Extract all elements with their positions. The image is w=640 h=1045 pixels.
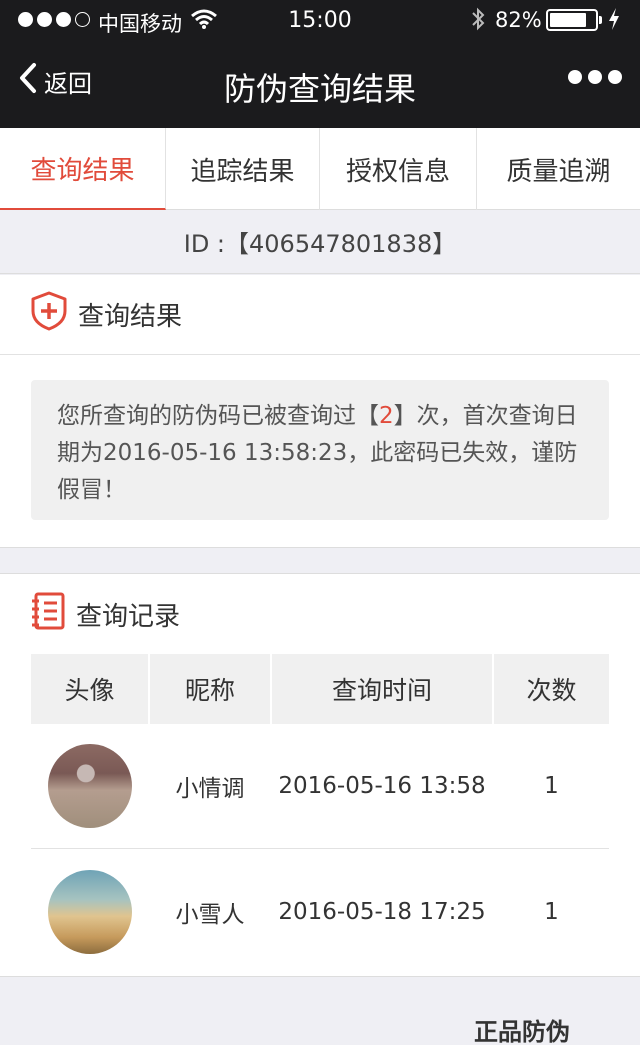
query-count: 2 — [379, 403, 394, 429]
tab-tracking-result[interactable]: 追踪结果 — [166, 128, 320, 210]
battery-icon — [546, 9, 602, 31]
code-id-bar: ID :【406547801838】 — [0, 210, 640, 274]
tab-quality-trace[interactable]: 质量追溯 — [477, 128, 640, 210]
more-dot-icon — [568, 70, 582, 84]
genuine-anti-counterfeit-label: 正品防伪 — [474, 1018, 570, 1045]
column-header-nickname: 昵称 — [150, 654, 270, 724]
query-result-section: 查询结果 您所查询的防伪码已被查询过【2】次，首次查询日期为2016-05-16… — [0, 275, 640, 548]
query-time-cell: 2016-05-18 17:25 — [278, 898, 486, 925]
column-header-count: 次数 — [494, 654, 609, 724]
nickname-cell: 小雪人 — [175, 901, 245, 928]
nav-bar: 返回 防伪查询结果 — [0, 40, 640, 128]
table-header: 头像 昵称 查询时间 次数 — [31, 654, 609, 724]
bluetooth-icon — [470, 6, 486, 37]
count-cell: 1 — [544, 898, 559, 925]
notebook-list-icon — [30, 592, 66, 637]
avatar — [47, 869, 132, 954]
query-notice-box: 您所查询的防伪码已被查询过【2】次，首次查询日期为2016-05-16 13:5… — [31, 380, 609, 520]
more-dot-icon — [588, 70, 602, 84]
page-title: 防伪查询结果 — [223, 70, 416, 108]
nickname-cell: 小情调 — [175, 776, 245, 802]
query-result-header: 查询结果 — [0, 275, 640, 355]
table-row: 小情调 2016-05-16 13:58 1 — [31, 724, 609, 849]
table-row: 小雪人 2016-05-18 17:25 1 — [31, 849, 609, 974]
shield-plus-icon — [30, 291, 68, 338]
query-record-header: 查询记录 — [0, 574, 640, 654]
more-options-button[interactable] — [568, 70, 622, 84]
query-record-section: 查询记录 头像 昵称 查询时间 次数 小情调 2016-05-16 13:58 … — [0, 573, 640, 977]
query-record-table: 头像 昵称 查询时间 次数 小情调 2016-05-16 13:58 1 小雪人… — [31, 654, 609, 974]
section-title: 查询记录 — [76, 601, 181, 632]
section-title: 查询结果 — [78, 302, 183, 332]
column-header-avatar: 头像 — [31, 654, 148, 724]
more-dot-icon — [608, 70, 622, 84]
tab-authorization-info[interactable]: 授权信息 — [320, 128, 477, 210]
query-time-cell: 2016-05-16 13:58 — [278, 773, 486, 799]
count-cell: 1 — [544, 773, 559, 799]
battery-percent: 82% — [495, 8, 542, 32]
column-header-query-time: 查询时间 — [272, 654, 492, 724]
notice-text: 您所查询的防伪码已被查询过【 — [57, 403, 379, 429]
clock-time: 15:00 — [288, 8, 352, 33]
charging-bolt-icon — [607, 7, 621, 36]
tab-query-result[interactable]: 查询结果 — [0, 128, 166, 210]
status-bar: 中国移动 15:00 82% — [0, 0, 640, 40]
avatar — [47, 744, 132, 828]
tab-bar: 查询结果 追踪结果 授权信息 质量追溯 — [0, 128, 640, 210]
